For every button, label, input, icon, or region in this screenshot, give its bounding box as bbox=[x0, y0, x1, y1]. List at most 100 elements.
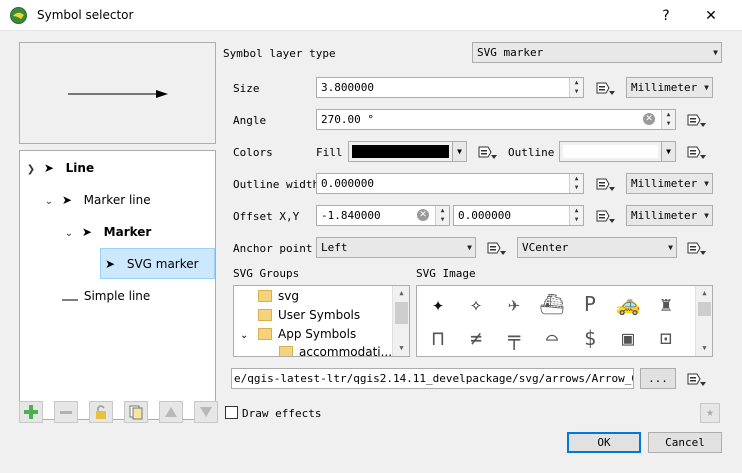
barrier-icon[interactable]: ╤ bbox=[497, 323, 531, 353]
angle-value: 270.00 ° bbox=[321, 113, 374, 126]
tree-item-marker[interactable]: ⌄ ➤ Marker bbox=[20, 217, 215, 247]
gate-icon[interactable]: ⊓ bbox=[421, 323, 455, 353]
ok-button[interactable]: OK bbox=[567, 432, 641, 453]
anchor-horizontal-combo[interactable]: Left ▼ bbox=[316, 237, 476, 258]
outline-label: Outline bbox=[508, 146, 555, 159]
offset-y-spinner[interactable]: ▲ ▼ bbox=[569, 206, 583, 225]
duplicate-icon bbox=[129, 405, 143, 420]
size-unit-combo[interactable]: Millimeter ▼ bbox=[626, 77, 713, 98]
clear-icon[interactable]: ✕ bbox=[643, 113, 655, 125]
draw-effects-label: Draw effects bbox=[242, 407, 322, 420]
outline-width-spinner[interactable]: ▲ ▼ bbox=[569, 174, 583, 193]
offset-x-spinner[interactable]: ▲ ▼ bbox=[435, 206, 449, 225]
offset-unit-combo[interactable]: Millimeter ▼ bbox=[626, 205, 713, 226]
tree-item-line[interactable]: ❯ ➤ Line bbox=[20, 153, 215, 183]
svg-groups-list[interactable]: svg User Symbols ⌄ App Symbols accommodat… bbox=[233, 285, 410, 357]
group-label: accommodati... bbox=[299, 345, 393, 357]
tree-item-label: Line bbox=[65, 161, 95, 175]
size-input[interactable]: 3.800000 ▲ ▼ bbox=[316, 77, 584, 98]
crossing-icon[interactable]: ≠ bbox=[459, 323, 493, 353]
fill-color-button[interactable]: ▼ bbox=[348, 141, 467, 162]
expander-icon[interactable]: ⌄ bbox=[240, 326, 258, 345]
bridge-icon[interactable]: ⌓ bbox=[535, 323, 569, 353]
group-label: User Symbols bbox=[278, 308, 361, 322]
remove-layer-button[interactable] bbox=[54, 401, 78, 423]
chevron-down-icon: ▼ bbox=[661, 142, 675, 161]
size-value: 3.800000 bbox=[321, 81, 374, 94]
close-button[interactable]: ✕ bbox=[697, 4, 725, 28]
group-item-accommodation[interactable]: accommodati... bbox=[279, 343, 393, 357]
svg-image-scrollbar[interactable]: ▲ ▼ bbox=[695, 286, 712, 356]
effects-star-icon[interactable]: ★ bbox=[700, 403, 720, 423]
sparkle-icon[interactable]: ✧ bbox=[459, 289, 493, 319]
tree-item-marker-line[interactable]: ⌄ ➤ Marker line bbox=[20, 185, 215, 215]
airplane-icon[interactable]: ✈ bbox=[497, 289, 531, 319]
expander-icon[interactable]: ❯ bbox=[22, 155, 40, 185]
data-defined-override-button[interactable] bbox=[594, 77, 616, 98]
bollard-icon[interactable]: ♜ bbox=[649, 289, 683, 319]
symbol-layer-type-value: SVG marker bbox=[477, 46, 544, 59]
parking-icon[interactable]: P bbox=[573, 289, 607, 319]
folder-icon bbox=[258, 308, 272, 321]
ship-icon[interactable]: ⛴ bbox=[535, 289, 569, 319]
data-defined-override-button[interactable] bbox=[685, 109, 707, 130]
tree-item-svg-marker[interactable]: ➤ SVG marker bbox=[100, 248, 215, 279]
data-defined-override-button[interactable] bbox=[594, 205, 616, 226]
move-up-button[interactable] bbox=[159, 401, 183, 423]
duplicate-layer-button[interactable] bbox=[124, 401, 148, 423]
data-defined-icon bbox=[596, 82, 615, 95]
taxi-icon[interactable]: 🚕 bbox=[611, 289, 645, 319]
group-item-app-symbols[interactable]: ⌄ App Symbols bbox=[240, 325, 356, 344]
star-icon[interactable]: ✦ bbox=[421, 289, 455, 319]
qgis-logo-icon bbox=[10, 7, 27, 24]
size-spinner[interactable]: ▲ ▼ bbox=[569, 78, 583, 97]
lock-layer-button[interactable] bbox=[89, 401, 113, 423]
data-defined-override-button[interactable] bbox=[594, 173, 616, 194]
expander-icon[interactable]: ⌄ bbox=[40, 187, 58, 217]
offset-y-input[interactable]: 0.000000 ▲ ▼ bbox=[453, 205, 584, 226]
data-defined-override-button[interactable] bbox=[685, 237, 707, 258]
scroll-up-icon[interactable]: ▲ bbox=[696, 286, 712, 301]
scroll-thumb[interactable] bbox=[698, 302, 711, 316]
tram-icon[interactable]: ⊡ bbox=[649, 323, 683, 353]
add-layer-button[interactable] bbox=[19, 401, 43, 423]
outline-width-unit-value: Millimeter bbox=[631, 177, 698, 190]
outline-width-unit-combo[interactable]: Millimeter ▼ bbox=[626, 173, 713, 194]
cancel-button[interactable]: Cancel bbox=[648, 432, 722, 453]
svg-path-value: e/qgis-latest-ltr/qgis2.14.11_develpacka… bbox=[234, 372, 634, 385]
size-label: Size bbox=[233, 82, 260, 95]
help-button[interactable]: ? bbox=[652, 4, 680, 28]
outline-width-input[interactable]: 0.000000 ▲ ▼ bbox=[316, 173, 584, 194]
svg-image-list[interactable]: ✦ ✧ ✈ ⛴ P 🚕 ♜ ⊓ ≠ ╤ ⌓ $ ▣ ⊡ ▲ ▼ bbox=[416, 285, 713, 357]
data-defined-override-button[interactable] bbox=[685, 141, 707, 162]
symbol-layer-type-combo[interactable]: SVG marker ▼ bbox=[472, 42, 722, 63]
chevron-down-icon: ▼ bbox=[704, 83, 709, 92]
group-item-svg[interactable]: svg bbox=[258, 287, 299, 306]
data-defined-override-button[interactable] bbox=[685, 368, 707, 389]
train-icon[interactable]: ▣ bbox=[611, 323, 645, 353]
scroll-thumb[interactable] bbox=[395, 302, 408, 324]
group-item-user-symbols[interactable]: User Symbols bbox=[258, 306, 360, 325]
angle-input[interactable]: 270.00 ° ✕ ▲ ▼ bbox=[316, 109, 676, 130]
browse-button[interactable]: ... bbox=[640, 368, 676, 389]
move-down-button[interactable] bbox=[194, 401, 218, 423]
svg-path-input[interactable]: e/qgis-latest-ltr/qgis2.14.11_develpacka… bbox=[231, 368, 634, 389]
data-defined-override-button[interactable] bbox=[476, 141, 498, 162]
angle-spinner[interactable]: ▲ ▼ bbox=[661, 110, 675, 129]
anchor-vertical-value: VCenter bbox=[522, 241, 569, 254]
anchor-vertical-combo[interactable]: VCenter ▼ bbox=[517, 237, 677, 258]
offset-x-input[interactable]: -1.840000 ✕ ▲ ▼ bbox=[316, 205, 450, 226]
svg-groups-scrollbar[interactable]: ▲ ▼ bbox=[392, 286, 409, 356]
tree-item-simple-line[interactable]: Simple line bbox=[20, 281, 215, 311]
toll-icon[interactable]: $ bbox=[573, 323, 607, 353]
draw-effects-checkbox[interactable] bbox=[225, 406, 238, 419]
data-defined-override-button[interactable] bbox=[485, 237, 507, 258]
clear-icon[interactable]: ✕ bbox=[417, 209, 429, 221]
expander-icon[interactable]: ⌄ bbox=[60, 219, 78, 249]
scroll-down-icon[interactable]: ▼ bbox=[696, 341, 712, 356]
scroll-up-icon[interactable]: ▲ bbox=[393, 286, 409, 301]
scroll-down-icon[interactable]: ▼ bbox=[393, 341, 409, 356]
symbol-preview bbox=[19, 42, 216, 144]
outline-color-button[interactable]: ▼ bbox=[559, 141, 676, 162]
data-defined-icon bbox=[687, 146, 706, 159]
